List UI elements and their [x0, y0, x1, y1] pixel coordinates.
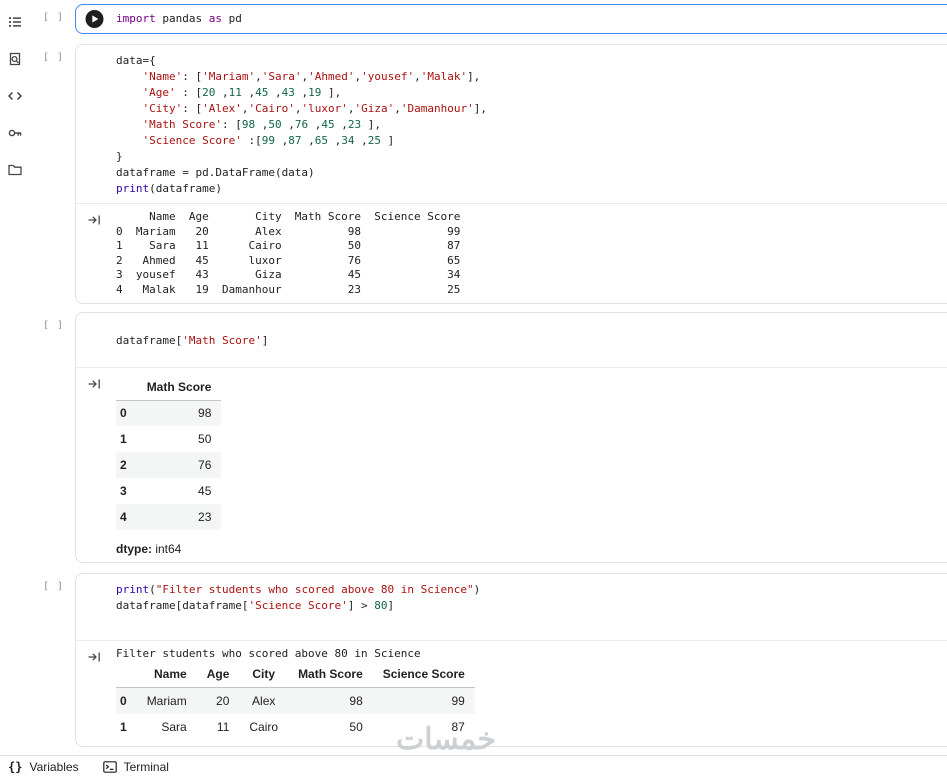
toc-icon	[7, 17, 23, 34]
watermark: خمسات	[396, 723, 497, 756]
cell-run-prompt[interactable]: [ ]	[30, 44, 75, 304]
code-line: print("Filter students who scored above …	[116, 583, 481, 596]
left-sidebar	[0, 0, 30, 755]
variables-button[interactable]: {} Variables	[8, 756, 79, 777]
code-line: 'Math Score': [98 ,50 ,76 ,45 ,23 ],	[142, 118, 381, 131]
output-area: Filter students who scored above 80 in S…	[76, 640, 947, 746]
run-cell-button[interactable]	[85, 10, 104, 29]
code-line: 'Name': ['Mariam','Sara','Ahmed','yousef…	[142, 70, 481, 83]
notebook-cell: [ ] import pandas as pd	[30, 4, 947, 34]
output-area: Name Age City Math Score Science Score 0…	[76, 203, 947, 303]
code-editor[interactable]: data={ 'Name': ['Mariam','Sara','Ahmed',…	[76, 45, 947, 203]
column-header: Age	[206, 667, 230, 682]
code-editor[interactable]: import pandas as pd	[76, 5, 947, 33]
dtype-label: dtype: int64	[116, 542, 182, 556]
sidebar-item-secrets[interactable]	[7, 125, 23, 141]
cell-box: import pandas as pd	[75, 4, 947, 34]
code-line: }	[116, 150, 123, 163]
terminal-icon	[102, 760, 117, 773]
code-line: 'Science Score' :[99 ,87 ,65 ,34 ,25 ]	[142, 134, 395, 147]
output-icon	[76, 210, 116, 297]
output-icon	[76, 647, 116, 740]
sidebar-item-code-snippets[interactable]	[7, 88, 23, 104]
code-line: print(dataframe)	[116, 182, 222, 195]
search-doc-icon	[7, 52, 23, 71]
code-line: data={	[116, 54, 156, 67]
table-row: 4 23	[116, 504, 222, 530]
cell-box: data={ 'Name': ['Mariam','Sara','Ahmed',…	[75, 44, 947, 304]
variables-label: Variables	[29, 759, 79, 774]
key-icon	[7, 128, 23, 145]
play-icon	[85, 10, 104, 32]
notebook-cell: [ ] print("Filter students who scored abo…	[30, 573, 947, 747]
bottom-bar: {} Variables Terminal	[0, 755, 947, 777]
column-header: Science Score	[382, 667, 465, 682]
column-header: Math Score	[298, 667, 363, 682]
notebook-cell: [ ] dataframe['Math Score'] Math Score 0 98 1…	[30, 312, 947, 563]
output-content: Math Score 0 98 1 50 2 76 3 45 4 23 dtype: int64	[116, 374, 947, 556]
code-editor[interactable]: dataframe['Math Score']	[76, 313, 947, 367]
code-line: dataframe[dataframe['Science Score'] > 8…	[116, 599, 395, 612]
code-line: dataframe = pd.DataFrame(data)	[116, 166, 315, 179]
cell-box: dataframe['Math Score'] Math Score 0 98 1 50 2…	[75, 312, 947, 563]
sidebar-item-toc[interactable]	[7, 14, 23, 30]
table-row: 1 50	[120, 432, 212, 446]
output-content: Filter students who scored above 80 in S…	[116, 647, 947, 740]
cell-box: print("Filter students who scored above …	[75, 573, 947, 747]
output-text: Filter students who scored above 80 in S…	[116, 647, 421, 660]
table-row: 0 Mariam 20 Alex 98 99	[116, 687, 475, 714]
output-area: Math Score 0 98 1 50 2 76 3 45 4 23 dtype: int64	[76, 367, 947, 562]
code-line: 'Age' : [20 ,11 ,45 ,43 ,19 ],	[142, 86, 342, 99]
terminal-button[interactable]: Terminal	[102, 756, 169, 777]
code-icon	[7, 91, 23, 108]
table-row: 2 76	[116, 452, 222, 478]
output-content: Name Age City Math Score Science Score 0…	[116, 210, 947, 297]
output-icon	[76, 374, 116, 556]
column-header: Math Score	[146, 379, 212, 394]
code-editor[interactable]: print("Filter students who scored above …	[76, 574, 947, 640]
code-line: dataframe['Math Score']	[116, 334, 269, 347]
table-row: 3 45	[120, 484, 212, 498]
folder-icon	[7, 164, 23, 182]
column-header: Name	[154, 667, 187, 682]
column-header: City	[252, 667, 276, 682]
cell-run-prompt[interactable]: [ ]	[30, 573, 75, 747]
braces-icon: {}	[8, 759, 23, 774]
code-line: import pandas as pd	[116, 12, 242, 25]
notebook-cell: [ ] data={ 'Name': ['Mariam','Sara','Ahme…	[30, 44, 947, 304]
cell-run-prompt[interactable]: [ ]	[30, 4, 75, 34]
sidebar-item-search[interactable]	[7, 51, 23, 67]
cell-run-prompt[interactable]: [ ]	[30, 312, 75, 563]
terminal-label: Terminal	[123, 759, 169, 774]
output-text: Name Age City Math Score Science Score 0…	[116, 210, 461, 296]
table-row: 0 98	[116, 400, 222, 426]
output-series-table: Math Score 0 98 1 50 2 76 3 45 4 23	[116, 374, 222, 530]
code-line: 'City': ['Alex','Cairo','luxor','Giza','…	[142, 102, 487, 115]
notebook-scroll-area[interactable]: [ ] import pandas as pd[ ] data={ 'Name': …	[30, 0, 947, 755]
sidebar-item-files[interactable]	[7, 162, 23, 178]
